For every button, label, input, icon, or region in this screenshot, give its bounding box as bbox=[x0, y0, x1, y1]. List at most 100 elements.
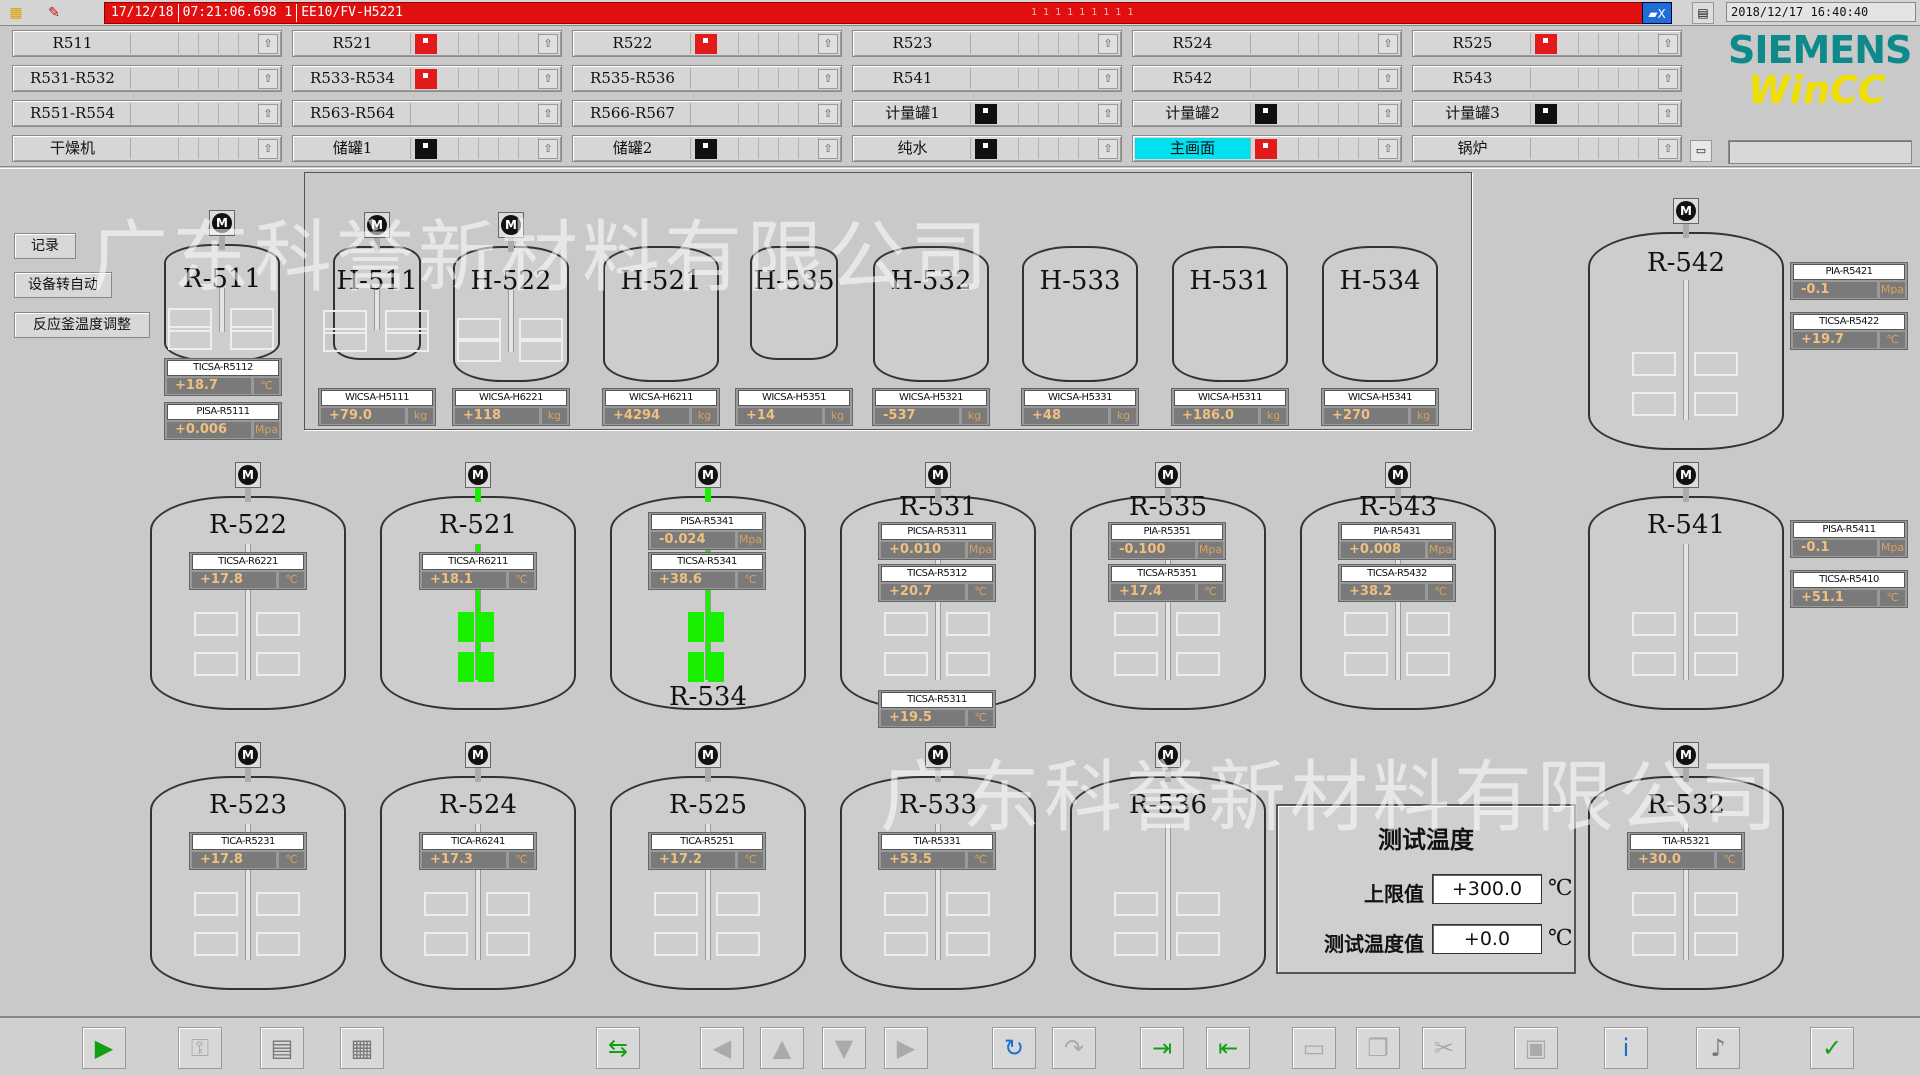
tag-display-R542-1[interactable]: PIA-R5421 -0.1 Mpa bbox=[1790, 262, 1908, 300]
vessel-R525[interactable]: R-525 bbox=[610, 776, 806, 990]
tag-display-R525[interactable]: TICA-R5251 +17.2 ℃ bbox=[648, 832, 766, 870]
nav-button-计量罐2[interactable]: 计量罐2 ⇧ bbox=[1132, 100, 1402, 127]
alarm-ack-button[interactable]: ▰X bbox=[1642, 2, 1672, 24]
open-arrow-icon[interactable]: ⇧ bbox=[538, 34, 558, 54]
vessel-H511[interactable]: H-511 bbox=[323, 246, 429, 360]
open-arrow-icon[interactable]: ⇧ bbox=[258, 69, 278, 89]
open-arrow-icon[interactable]: ⇧ bbox=[538, 69, 558, 89]
motor-icon[interactable] bbox=[498, 212, 524, 238]
vessel-R542[interactable]: R-542 bbox=[1588, 232, 1784, 450]
vessel-H531[interactable]: H-531 bbox=[1172, 246, 1288, 382]
open-arrow-icon[interactable]: ⇧ bbox=[1098, 104, 1118, 124]
auto-mode-button[interactable]: 设备转自动 bbox=[14, 272, 112, 298]
tag-display-H531[interactable]: WICSA-H5311 +186.0 kg bbox=[1171, 388, 1289, 426]
tag-display-R524[interactable]: TICA-R6241 +17.3 ℃ bbox=[419, 832, 537, 870]
tag-display-R511-2[interactable]: PISA-R5111 +0.006 Mpa bbox=[164, 402, 282, 440]
nav-button-R541[interactable]: R541 ⇧ bbox=[852, 65, 1122, 92]
open-arrow-icon[interactable]: ⇧ bbox=[818, 139, 838, 159]
tag-display-H521[interactable]: WICSA-H6211 +4294 kg bbox=[602, 388, 720, 426]
motor-icon[interactable] bbox=[925, 742, 951, 768]
report-icon[interactable]: ▦ bbox=[340, 1027, 384, 1069]
nav-button-R525[interactable]: R525 ⇧ bbox=[1412, 30, 1682, 57]
tag-display-R522[interactable]: TICSA-R6221 +17.8 ℃ bbox=[189, 552, 307, 590]
right-arrow-icon[interactable]: ▶ bbox=[884, 1027, 928, 1069]
tag-display-H522[interactable]: WICSA-H6221 +118 kg bbox=[452, 388, 570, 426]
motor-icon[interactable] bbox=[695, 742, 721, 768]
cut-icon[interactable]: ✂ bbox=[1422, 1027, 1466, 1069]
open-arrow-icon[interactable]: ⇧ bbox=[818, 34, 838, 54]
print-icon[interactable]: ▭ bbox=[1292, 1027, 1336, 1069]
monitor-icon[interactable]: ▣ bbox=[1514, 1027, 1558, 1069]
nav-button-计量罐3[interactable]: 计量罐3 ⇧ bbox=[1412, 100, 1682, 127]
motor-icon[interactable] bbox=[235, 742, 261, 768]
motor-icon[interactable] bbox=[1673, 198, 1699, 224]
nav-button-R511[interactable]: R511 ⇧ bbox=[12, 30, 282, 57]
copy-icon[interactable]: ❐ bbox=[1356, 1027, 1400, 1069]
open-arrow-icon[interactable]: ⇧ bbox=[538, 104, 558, 124]
motor-icon[interactable] bbox=[1673, 742, 1699, 768]
tag-display-R541-2[interactable]: TICSA-R5410 +51.1 ℃ bbox=[1790, 570, 1908, 608]
open-arrow-icon[interactable]: ⇧ bbox=[1378, 139, 1398, 159]
open-arrow-icon[interactable]: ⇧ bbox=[538, 139, 558, 159]
open-arrow-icon[interactable]: ⇧ bbox=[258, 34, 278, 54]
open-arrow-icon[interactable]: ⇧ bbox=[818, 104, 838, 124]
motor-icon[interactable] bbox=[235, 462, 261, 488]
motor-icon[interactable] bbox=[465, 742, 491, 768]
up-arrow-icon[interactable]: ▲ bbox=[760, 1027, 804, 1069]
motor-icon[interactable] bbox=[1155, 462, 1181, 488]
tag-display-R511-1[interactable]: TICSA-R5112 +18.7 ℃ bbox=[164, 358, 282, 396]
redo-icon[interactable]: ↷ bbox=[1052, 1027, 1096, 1069]
alarm-edit-icon[interactable]: ✎ bbox=[44, 3, 64, 23]
tag-display-R531-2[interactable]: TICSA-R5312 +20.7 ℃ bbox=[878, 564, 996, 602]
tag-display-R535-2[interactable]: TICSA-R5351 +17.4 ℃ bbox=[1108, 564, 1226, 602]
alarm-line[interactable]: 17/12/18 07:21:06.698 1 EE10/FV-H5221 1 1 … bbox=[104, 2, 1644, 24]
open-arrow-icon[interactable]: ⇧ bbox=[818, 69, 838, 89]
nav-button-R535-R536[interactable]: R535-R536 ⇧ bbox=[572, 65, 842, 92]
tag-display-R521[interactable]: TICSA-R6211 +18.1 ℃ bbox=[419, 552, 537, 590]
motor-icon[interactable] bbox=[695, 462, 721, 488]
nav-button-储罐1[interactable]: 储罐1 ⇧ bbox=[292, 135, 562, 162]
record-button[interactable]: 记录 bbox=[14, 233, 76, 259]
vessel-H522[interactable]: H-522 bbox=[453, 246, 569, 382]
nav-button-主画面[interactable]: 主画面 ⇧ bbox=[1132, 135, 1402, 162]
vessel-H532[interactable]: H-532 bbox=[873, 246, 989, 382]
tag-display-H511[interactable]: WICSA-H5111 +79.0 kg bbox=[318, 388, 436, 426]
vessel-H521[interactable]: H-521 bbox=[603, 246, 719, 382]
nav-button-计量罐1[interactable]: 计量罐1 ⇧ bbox=[852, 100, 1122, 127]
vessel-R521[interactable]: R-521 bbox=[380, 496, 576, 710]
ack-all-icon[interactable]: ✓ bbox=[1810, 1027, 1854, 1069]
tag-display-R543-2[interactable]: TICSA-R5432 +38.2 ℃ bbox=[1338, 564, 1456, 602]
vessel-R533[interactable]: R-533 bbox=[840, 776, 1036, 990]
nav-button-R566-R567[interactable]: R566-R567 ⇧ bbox=[572, 100, 842, 127]
vessel-H535[interactable]: H-535 bbox=[750, 246, 838, 360]
motor-icon[interactable] bbox=[364, 212, 390, 238]
key-icon[interactable]: ⚿ bbox=[178, 1027, 222, 1069]
help-icon[interactable]: i bbox=[1604, 1027, 1648, 1069]
motor-icon[interactable] bbox=[925, 462, 951, 488]
tag-display-R533[interactable]: TIA-R5331 +53.5 ℃ bbox=[878, 832, 996, 870]
upper-limit-input[interactable]: +300.0 bbox=[1432, 874, 1542, 904]
tag-display-R531-1[interactable]: PICSA-R5311 +0.010 Mpa bbox=[878, 522, 996, 560]
tag-display-H534[interactable]: WICSA-H5341 +270 kg bbox=[1321, 388, 1439, 426]
nav-button-R563-R564[interactable]: R563-R564 ⇧ bbox=[292, 100, 562, 127]
vessel-H533[interactable]: H-533 bbox=[1022, 246, 1138, 382]
tag-display-R534-2[interactable]: TICSA-R5341 +38.6 ℃ bbox=[648, 552, 766, 590]
nav-button-储罐2[interactable]: 储罐2 ⇧ bbox=[572, 135, 842, 162]
tag-display-R541-1[interactable]: PISA-R5411 -0.1 Mpa bbox=[1790, 520, 1908, 558]
nav-button-干燥机[interactable]: 干燥机 ⇧ bbox=[12, 135, 282, 162]
nav-button-R533-R534[interactable]: R533-R534 ⇧ bbox=[292, 65, 562, 92]
notes-icon[interactable]: ▤ bbox=[260, 1027, 304, 1069]
open-arrow-icon[interactable]: ⇧ bbox=[1378, 69, 1398, 89]
tag-display-R534-1[interactable]: PISA-R5341 -0.024 Mpa bbox=[648, 512, 766, 550]
nav-button-R523[interactable]: R523 ⇧ bbox=[852, 30, 1122, 57]
left-arrow-icon[interactable]: ◀ bbox=[700, 1027, 744, 1069]
nav-button-R543[interactable]: R543 ⇧ bbox=[1412, 65, 1682, 92]
open-arrow-icon[interactable]: ⇧ bbox=[1658, 34, 1678, 54]
nav-button-R524[interactable]: R524 ⇧ bbox=[1132, 30, 1402, 57]
nav-button-锅炉[interactable]: 锅炉 ⇧ bbox=[1412, 135, 1682, 162]
open-arrow-icon[interactable]: ⇧ bbox=[1658, 104, 1678, 124]
nav-button-R551-R554[interactable]: R551-R554 ⇧ bbox=[12, 100, 282, 127]
open-arrow-icon[interactable]: ⇧ bbox=[1378, 104, 1398, 124]
tag-display-R543-1[interactable]: PIA-R5431 +0.008 Mpa bbox=[1338, 522, 1456, 560]
test-value-input[interactable]: +0.0 bbox=[1432, 924, 1542, 954]
